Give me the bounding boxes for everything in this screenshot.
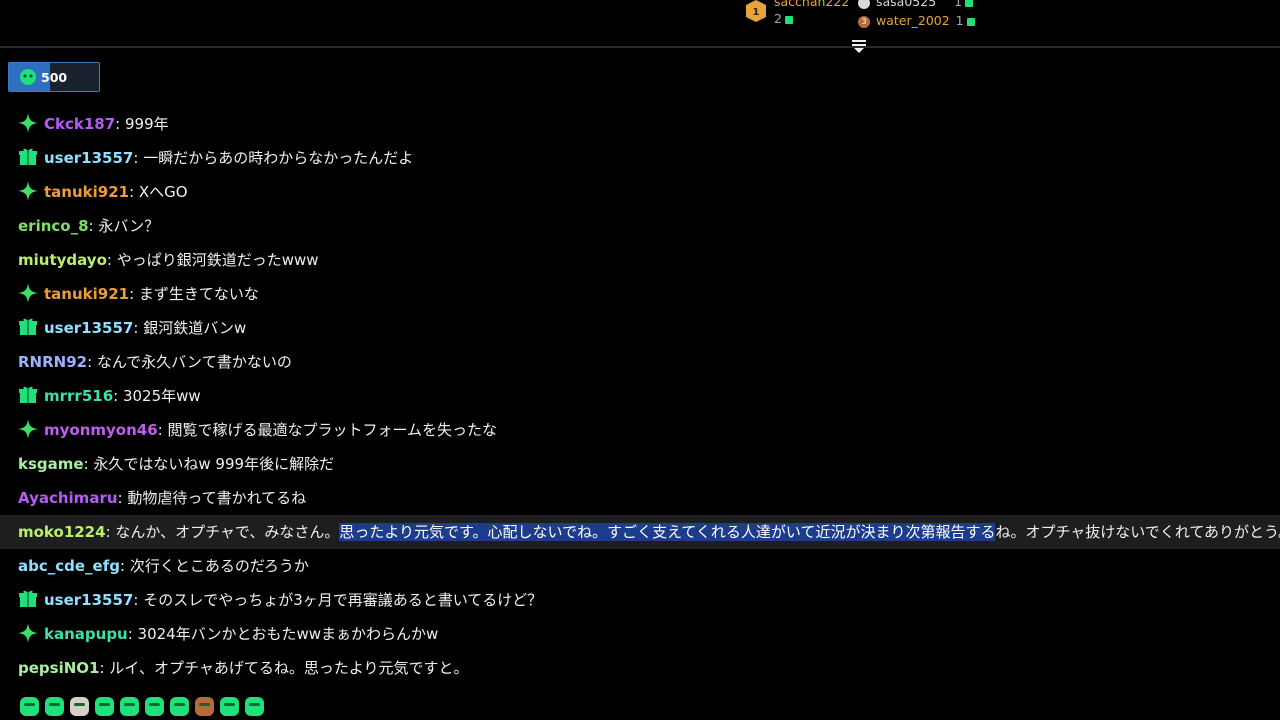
chat-username[interactable]: ksgame <box>18 455 84 473</box>
chat-message-text: : 999年 <box>115 115 169 133</box>
chat-message[interactable]: moko1224: なんか、オプチャで、みなさん。思ったより元気です。心配しない… <box>0 515 1280 549</box>
channel-points-icon <box>20 69 36 85</box>
silver-medal-icon <box>858 0 870 9</box>
chat-username[interactable]: moko1224 <box>18 523 106 541</box>
chat-message[interactable]: user13557: 銀河鉄道バンw <box>0 311 1280 345</box>
chat-message[interactable]: Ckck187: 999年 <box>0 107 1280 141</box>
chat-username[interactable]: kanapupu <box>44 625 128 643</box>
chat-message[interactable]: miutydayo: やっぱり銀河鉄道だったwww <box>0 243 1280 277</box>
gift-badge-icon[interactable] <box>18 145 38 165</box>
chat-message-text: : やっぱり銀河鉄道だったwww <box>106 251 319 269</box>
chat-message-text: : 銀河鉄道バンw <box>133 319 247 337</box>
gift-icon <box>965 0 974 7</box>
chat-message-text: : 3024年バンかとおもたwwまぁかわらんかw <box>127 625 439 643</box>
emote-monkey-icon[interactable] <box>195 697 214 716</box>
leaderboard-first-name: sacchan222 <box>774 0 850 9</box>
chat-message[interactable]: abc_cde_efg: 次行くとこあるのだろうか <box>0 549 1280 583</box>
leaderboard-third-name: water_2002 <box>876 13 950 28</box>
gift-badge-icon[interactable] <box>18 315 38 335</box>
emote-green-wink-icon[interactable] <box>95 697 114 716</box>
third-count: 1 <box>955 13 964 28</box>
chat-message[interactable]: tanuki921: まず生きてないな <box>0 277 1280 311</box>
sparkle-badge-icon[interactable] <box>18 111 38 133</box>
channel-points-button[interactable]: 500 <box>8 62 100 92</box>
leaderboard-first[interactable]: sacchan222 <box>774 0 849 9</box>
chat-message-text: : ルイ、オプチャあげてるね。思ったより元気ですと。 <box>99 659 469 677</box>
chat-username[interactable]: myonmyon46 <box>44 421 158 439</box>
chat-message-text: : 次行くとこあるのだろうか <box>120 557 309 575</box>
chat-message-text: : そのスレでやっちょが3ヶ月で再審議あると書いてるけど？ <box>133 591 543 609</box>
sparkle-badge-icon[interactable] <box>18 621 38 643</box>
chat-username[interactable]: abc_cde_efg <box>18 557 120 575</box>
gift-badge-icon[interactable] <box>18 383 38 403</box>
chat-message[interactable]: user13557: 一瞬だからあの時わからなかったんだよ <box>0 141 1280 175</box>
chat-message-text: : なんで永久バンて書かないの <box>87 353 292 371</box>
chat-message[interactable]: mrrr516: 3025年ww <box>0 379 1280 413</box>
chat-username[interactable]: pepsiNO1 <box>18 659 99 677</box>
chat-username[interactable]: RNRN92 <box>18 353 87 371</box>
chat-username[interactable]: tanuki921 <box>44 285 129 303</box>
chat-message-text: : 動物虐待って書かれてるね <box>117 489 307 507</box>
emote-green-grin-icon[interactable] <box>145 697 164 716</box>
chat-username[interactable]: user13557 <box>44 149 133 167</box>
emote-green-face-icon[interactable] <box>20 697 39 716</box>
chat-message-text: : なんか、オプチャで、みなさん。 <box>105 523 340 541</box>
chat-message-text: ね。オプチャ抜けないでくれてありがとう。 <box>995 523 1280 541</box>
gift-badge-icon[interactable] <box>18 587 38 607</box>
chat-message[interactable]: kanapupu: 3024年バンかとおもたwwまぁかわらんかw <box>0 617 1280 651</box>
chat-username[interactable]: mrrr516 <box>44 387 113 405</box>
emote-green-happy-icon[interactable] <box>170 697 189 716</box>
chat-message-text: : XへGO <box>129 183 188 201</box>
chat-message-text: : 閲覧で稼げる最適なプラットフォームを失ったな <box>157 421 498 439</box>
gift-icon <box>784 15 793 24</box>
emote-green-blob-icon[interactable] <box>220 697 239 716</box>
chat-username[interactable]: user13557 <box>44 319 133 337</box>
leaderboard-third[interactable]: 3 water_2002 1 <box>858 13 975 28</box>
chat-message-text: : まず生きてないな <box>129 285 259 303</box>
chat-message[interactable]: pepsiNO1: ルイ、オプチャあげてるね。思ったより元気ですと。 <box>0 651 1280 685</box>
leaderboard-bar: 1 sacchan222 2 sasa0525 1 3 water_2002 1 <box>0 0 1280 48</box>
chat-message[interactable]: RNRN92: なんで永久バンて書かないの <box>0 345 1280 379</box>
chat-message-text: : 一瞬だからあの時わからなかったんだよ <box>133 149 414 167</box>
second-count: 1 <box>954 0 963 9</box>
gold-medal-icon: 1 <box>746 0 766 22</box>
chat-message[interactable]: tanuki921: XへGO <box>0 175 1280 209</box>
first-rank: 1 <box>753 7 760 18</box>
emote-green-glasses-icon[interactable] <box>120 697 139 716</box>
first-count: 2 <box>774 11 782 26</box>
chat-message[interactable]: user13557: そのスレでやっちょが3ヶ月で再審議あると書いてるけど？ <box>0 583 1280 617</box>
chat-message-list[interactable]: Ckck187: 999年 user13557: 一瞬だからあの時わからなかったん… <box>0 107 1280 685</box>
chat-message-text: : 永バン？ <box>88 217 160 235</box>
emote-bar <box>20 697 270 717</box>
bronze-medal-icon: 3 <box>858 15 870 28</box>
emote-green-heart-icon[interactable] <box>245 697 264 716</box>
chat-message[interactable]: erinco_8: 永バン？ <box>0 209 1280 243</box>
collapse-leaderboard-icon[interactable] <box>851 38 867 54</box>
chat-message[interactable]: ksgame: 永久ではないねw 999年後に解除だ <box>0 447 1280 481</box>
chat-message-text: : 3025年ww <box>113 387 201 405</box>
leaderboard-second[interactable]: sasa0525 1 <box>858 0 974 9</box>
leaderboard-second-name: sasa0525 <box>876 0 937 9</box>
emote-sloth-icon[interactable] <box>70 697 89 716</box>
chat-username[interactable]: Ayachimaru <box>18 489 118 507</box>
sparkle-badge-icon[interactable] <box>18 417 38 439</box>
gift-icon <box>966 17 975 26</box>
chat-message[interactable]: Ayachimaru: 動物虐待って書かれてるね <box>0 481 1280 515</box>
chat-username[interactable]: Ckck187 <box>44 115 115 133</box>
sparkle-badge-icon[interactable] <box>18 281 38 303</box>
emote-green-smile-icon[interactable] <box>45 697 64 716</box>
chat-username[interactable]: miutydayo <box>18 251 107 269</box>
leaderboard-first-count: 2 <box>774 11 793 26</box>
chat-message-text: : 永久ではないねw 999年後に解除だ <box>83 455 335 473</box>
chat-username[interactable]: tanuki921 <box>44 183 129 201</box>
channel-points-value: 500 <box>41 70 68 85</box>
chat-username[interactable]: user13557 <box>44 591 133 609</box>
chat-username[interactable]: erinco_8 <box>18 217 89 235</box>
sparkle-badge-icon[interactable] <box>18 179 38 201</box>
chat-message[interactable]: myonmyon46: 閲覧で稼げる最適なプラットフォームを失ったな <box>0 413 1280 447</box>
selected-message-text: 思ったより元気です。心配しないでね。すごく支えてくれる人達がいて近況が決まり次第… <box>339 523 996 541</box>
